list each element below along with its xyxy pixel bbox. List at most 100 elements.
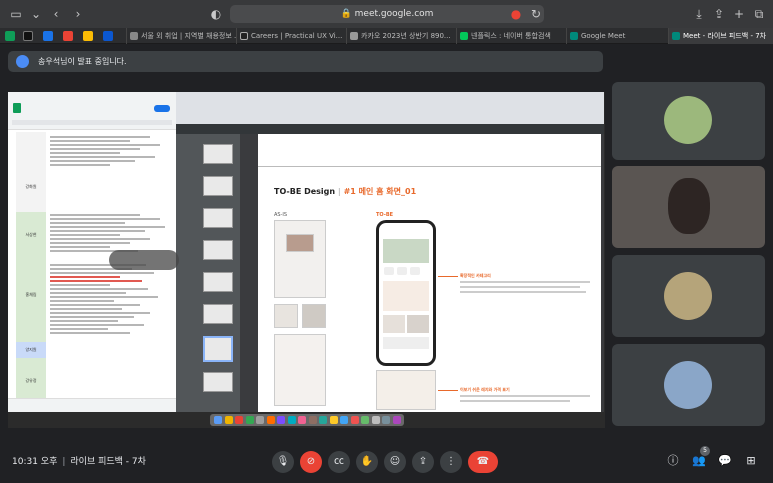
browser-toolbar: ▭ ⌄ ‹ › ◐ 🔒 meet.google.com ● ↻ ⤓ ⇪ + ⧉ — [0, 0, 773, 28]
privacy-shield-icon[interactable]: ◐ — [208, 6, 224, 22]
tab-job-search[interactable]: 서울 외 취업 | 지역별 채용정보 ... — [126, 28, 236, 44]
sheet-tabs-footer — [8, 398, 176, 412]
address-bar[interactable]: 🔒 meet.google.com — [230, 5, 544, 23]
participant-tile[interactable] — [612, 82, 765, 160]
to-be-label: TO-BE — [376, 212, 394, 218]
tab-bar: 서울 외 취업 | 지역별 채용정보 ... Careers | Practic… — [0, 28, 773, 44]
tab-kakao[interactable]: 카카오 2023년 상반기 890... — [346, 28, 456, 44]
participant-tile[interactable] — [612, 255, 765, 337]
feedback-text-line — [50, 320, 118, 322]
share-button — [154, 105, 170, 112]
window-controls-icon[interactable]: ▭ — [8, 6, 24, 22]
meeting-info: 10:31 오후 | 라이브 피드백 - 7차 — [12, 457, 146, 467]
dock-app-icon — [371, 416, 380, 424]
hero-banner-image — [383, 239, 429, 263]
section-label: 강화원 — [25, 184, 37, 189]
product-card — [383, 315, 405, 333]
meeting-details-icon[interactable]: ⓘ — [665, 453, 681, 469]
dock-app-icon — [287, 416, 296, 424]
camera-off-icon: ⊘ — [306, 456, 316, 467]
dock-app-icon — [256, 416, 264, 424]
dock-app-icon — [319, 416, 327, 424]
download-icon[interactable]: ⤓ — [691, 6, 707, 22]
present-button[interactable]: ⇪ — [412, 451, 434, 473]
camera-off-button[interactable]: ⊘ — [300, 451, 322, 473]
feedback-text-line — [50, 312, 150, 314]
participant-tile[interactable] — [612, 344, 765, 426]
leave-call-button[interactable]: ☎ — [468, 451, 498, 473]
pinned-tab-icon[interactable] — [83, 31, 93, 41]
pdf-toolbar — [176, 124, 604, 134]
activities-icon[interactable]: ⊞ — [743, 453, 759, 469]
sidebar-toggle-icon[interactable]: ⌄ — [28, 6, 44, 22]
pinned-tab-icon[interactable] — [23, 31, 33, 41]
tab-favicon-icon — [240, 32, 248, 40]
product-image — [274, 304, 298, 328]
as-is-screen-mockup — [274, 334, 326, 406]
product-card — [383, 281, 429, 311]
tab-google-meet[interactable]: Google Meet — [566, 28, 668, 44]
tab-careers[interactable]: Careers | Practical UX Vi... — [236, 28, 346, 44]
pdf-thumbnail — [203, 176, 233, 196]
feedback-text-line — [50, 246, 110, 248]
category-chip — [397, 267, 407, 275]
feedback-text-line — [50, 284, 110, 286]
pinned-tab-icon[interactable] — [103, 31, 113, 41]
spreadsheet-header — [8, 92, 176, 130]
annotation-text-line — [460, 400, 570, 402]
forward-icon[interactable]: › — [70, 6, 86, 22]
participant-video — [668, 178, 710, 234]
category-chip — [384, 267, 394, 275]
dock-app-icon — [266, 416, 275, 424]
more-vert-icon: ⋮ — [446, 456, 456, 467]
dock-app-icon — [277, 416, 285, 424]
raise-hand-button[interactable]: ✋ — [356, 451, 378, 473]
tab-favicon-icon — [672, 32, 680, 40]
mic-active-icon[interactable]: ● — [508, 6, 524, 22]
reload-icon[interactable]: ↻ — [528, 6, 544, 22]
row-highlight — [16, 260, 46, 342]
pdf-thumbnail — [203, 208, 233, 228]
dock-app-icon — [245, 416, 254, 424]
feedback-text-line — [50, 324, 144, 326]
participant-tile-video[interactable] — [612, 166, 765, 248]
annotation-title: 확장적인 카테고리 — [460, 273, 491, 278]
pdf-heading: TO-BE Design | #1 메인 홈 화면_01 — [274, 187, 417, 196]
pdf-page: TO-BE Design | #1 메인 홈 화면_01 AS-IS TO-BE — [258, 134, 601, 412]
pinned-tab-youtube-icon[interactable] — [63, 31, 73, 41]
chat-icon[interactable]: 💬 — [717, 453, 733, 469]
section-label: 홍채림 — [25, 292, 37, 297]
feedback-text-line — [50, 242, 130, 244]
product-image — [302, 304, 326, 328]
tab-overview-icon[interactable]: ⧉ — [751, 6, 767, 22]
reactions-button[interactable]: ☺ — [384, 451, 406, 473]
feedback-text-line — [50, 300, 114, 302]
tab-naver[interactable]: 넨플릭스 : 네이버 통합검색 — [456, 28, 566, 44]
feedback-text-line — [50, 148, 140, 150]
tab-favicon-icon — [460, 32, 468, 40]
dock-app-icon — [340, 416, 348, 424]
presenter-avatar — [16, 55, 29, 68]
back-icon[interactable]: ‹ — [48, 6, 64, 22]
pinned-tab-icon[interactable] — [43, 31, 53, 41]
feedback-text-line — [50, 136, 150, 138]
dock-app-icon — [350, 416, 359, 424]
to-be-screen-mockup — [376, 370, 436, 410]
dock-app-icon — [224, 416, 233, 424]
new-tab-icon[interactable]: + — [731, 6, 747, 22]
captions-button[interactable]: ㏄ — [328, 451, 350, 473]
pinned-tab-sheets-icon[interactable] — [5, 31, 15, 41]
as-is-screen-mockup — [274, 220, 326, 298]
category-chip — [410, 267, 420, 275]
feedback-text-line — [50, 272, 154, 274]
more-options-button[interactable]: ⋮ — [440, 451, 462, 473]
tab-meet-live-feedback[interactable]: Meet - 라이브 피드백 - 7차 — [668, 28, 773, 44]
tab-favicon-icon — [350, 32, 358, 40]
annotation-line — [438, 390, 458, 391]
share-icon[interactable]: ⇪ — [711, 6, 727, 22]
feedback-text-line — [50, 292, 126, 294]
dock-app-icon — [392, 416, 401, 424]
presenter-mini-toolbar — [109, 250, 179, 270]
microphone-button[interactable]: 🎙 — [272, 451, 294, 473]
annotation-text-line — [460, 291, 586, 293]
